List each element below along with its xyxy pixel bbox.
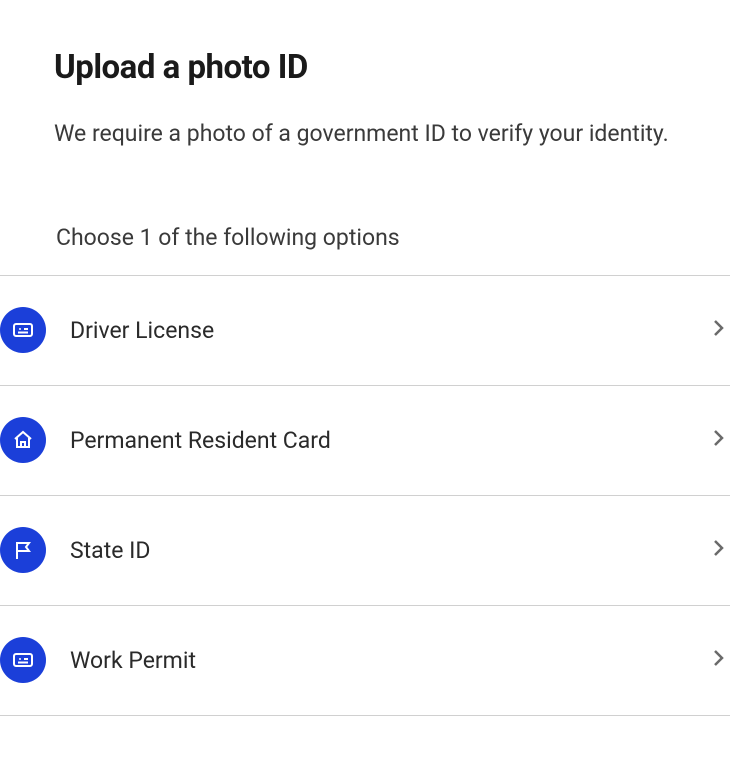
chevron-right-icon bbox=[706, 536, 730, 564]
id-card-icon bbox=[0, 637, 46, 683]
id-card-icon bbox=[0, 307, 46, 353]
page-title: Upload a photo ID bbox=[54, 48, 676, 87]
option-permanent-resident-card[interactable]: Permanent Resident Card bbox=[0, 386, 730, 496]
option-label: Driver License bbox=[70, 317, 706, 344]
chevron-right-icon bbox=[706, 316, 730, 344]
page-description: We require a photo of a government ID to… bbox=[54, 117, 676, 152]
option-label: Work Permit bbox=[70, 647, 706, 674]
chevron-right-icon bbox=[706, 646, 730, 674]
home-icon bbox=[0, 417, 46, 463]
option-label: Permanent Resident Card bbox=[70, 427, 706, 454]
option-label: State ID bbox=[70, 537, 706, 564]
flag-icon bbox=[0, 527, 46, 573]
section-label: Choose 1 of the following options bbox=[54, 224, 676, 251]
option-work-permit[interactable]: Work Permit bbox=[0, 606, 730, 716]
id-options-list: Driver License Permanent Resident Card bbox=[0, 275, 730, 716]
option-driver-license[interactable]: Driver License bbox=[0, 276, 730, 386]
chevron-right-icon bbox=[706, 426, 730, 454]
option-state-id[interactable]: State ID bbox=[0, 496, 730, 606]
